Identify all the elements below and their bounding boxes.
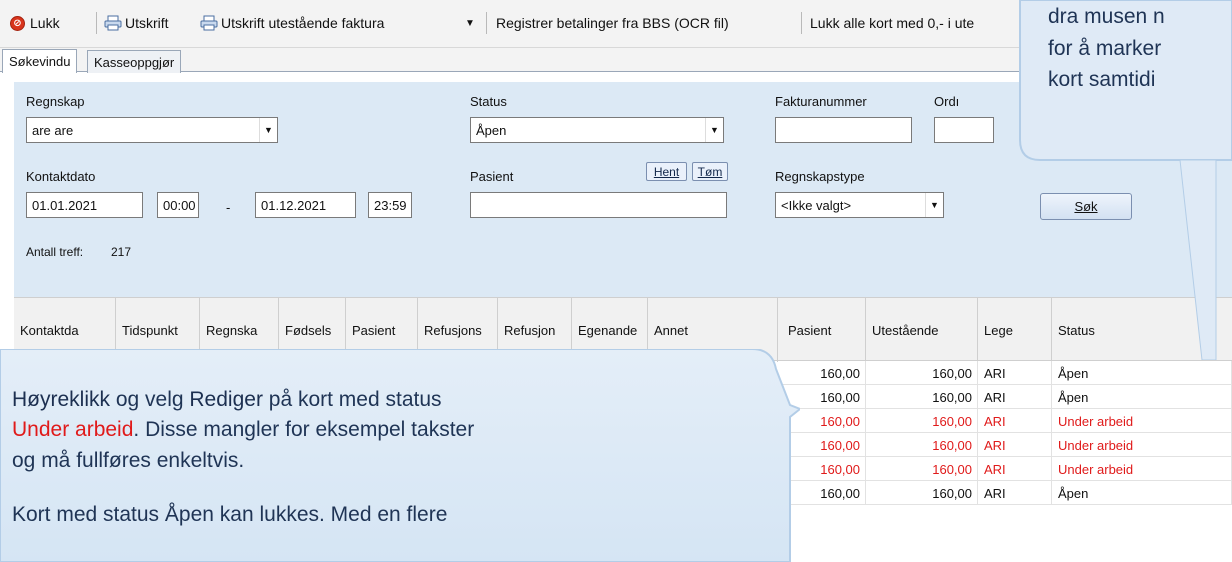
cell-utestaende: 160,00	[866, 481, 978, 505]
close-button[interactable]: ⊘ Lukk	[10, 12, 60, 34]
cell-status: Åpen	[1052, 361, 1232, 385]
callout-line-4: Kort med status Åpen kan lukkes. Med en …	[12, 503, 448, 527]
close-label: Lukk	[30, 15, 60, 31]
close-all-button[interactable]: Lukk alle kort med 0,- i ute	[810, 12, 974, 34]
date-to-input[interactable]: 01.12.2021	[255, 192, 356, 218]
chevron-down-icon: ▼	[925, 193, 943, 217]
antall-treff-label: Antall treff:	[26, 245, 84, 259]
callout-right-line-2: for å marker	[1048, 36, 1162, 60]
callout-right-text: dra musen n for å marker kort samtidi	[1048, 1, 1232, 96]
cell-lege: ARI	[978, 361, 1052, 385]
print-label: Utskrift	[125, 15, 169, 31]
tab-kasseoppgjor[interactable]: Kasseoppgjør	[87, 50, 182, 73]
pasient-label: Pasient	[470, 169, 514, 184]
toolbar-divider	[96, 12, 97, 34]
kontaktdato-label: Kontaktdato	[26, 169, 96, 184]
chevron-down-icon[interactable]: ▼	[465, 12, 475, 34]
cell-status: Under arbeid	[1052, 457, 1232, 481]
close-icon: ⊘	[10, 15, 25, 31]
time-to-input[interactable]: 23:59	[368, 192, 412, 218]
pasient-input[interactable]	[470, 192, 727, 218]
cell-utestaende: 160,00	[866, 385, 978, 409]
printer-icon	[104, 15, 122, 31]
callout-right-line-1: dra musen n	[1048, 5, 1165, 28]
print-outstanding-label: Utskrift utestående faktura	[221, 15, 385, 31]
chevron-down-icon: ▼	[259, 118, 277, 142]
callout-line-2: Under arbeid. Disse mangler for eksempel…	[12, 418, 475, 442]
callout-line-1: Høyreklikk og velg Rediger på kort med s…	[12, 388, 442, 411]
cell-lege: ARI	[978, 409, 1052, 433]
regnskap-value: are are	[32, 122, 74, 138]
cell-utestaende: 160,00	[866, 361, 978, 385]
toolbar-divider	[801, 12, 802, 34]
toolbar-divider	[486, 12, 487, 34]
col-utestaende[interactable]: Utestående	[866, 298, 978, 362]
regnskap-select[interactable]: are are ▼	[26, 117, 278, 143]
cell-status: Under arbeid	[1052, 409, 1232, 433]
register-bbs-label: Registrer betalinger fra BBS (OCR fil)	[496, 15, 729, 31]
ordre-label: Ordı	[934, 94, 960, 109]
regnskap-label: Regnskap	[26, 94, 85, 109]
regnskapstype-select[interactable]: <Ikke valgt> ▼	[775, 192, 944, 218]
cell-status: Under arbeid	[1052, 433, 1232, 457]
time-from-input[interactable]: 00:00	[157, 192, 199, 218]
print-outstanding-button[interactable]: Utskrift utestående faktura	[200, 12, 384, 34]
cell-lege: ARI	[978, 433, 1052, 457]
chevron-down-icon: ▼	[705, 118, 723, 142]
fakturanummer-label: Fakturanummer	[775, 94, 867, 109]
antall-treff-value: 217	[111, 245, 132, 259]
callout-right-line-3: kort samtidi	[1048, 68, 1156, 91]
callout-left-text: Høyreklikk og velg Rediger på kort med s…	[12, 385, 792, 531]
cell-utestaende: 160,00	[866, 457, 978, 481]
tom-button[interactable]: Tøm	[692, 162, 728, 181]
callout-line-3: og må fullføres enkeltvis.	[12, 448, 245, 472]
status-value: Åpen	[476, 122, 507, 138]
cell-status: Åpen	[1052, 481, 1232, 505]
cell-lege: ARI	[978, 481, 1052, 505]
printer-icon	[200, 15, 218, 31]
fakturanummer-input[interactable]	[775, 117, 912, 143]
cell-utestaende: 160,00	[866, 409, 978, 433]
hent-button[interactable]: Hent	[646, 162, 687, 181]
status-select[interactable]: Åpen ▼	[470, 117, 724, 143]
date-range-dash: -	[226, 200, 231, 215]
date-from-input[interactable]: 01.01.2021	[26, 192, 143, 218]
regnskapstype-value: <Ikke valgt>	[781, 197, 852, 213]
cell-lege: ARI	[978, 457, 1052, 481]
tab-sokevindu[interactable]: Søkevindu	[2, 49, 78, 73]
close-all-label: Lukk alle kort med 0,- i ute	[810, 15, 975, 31]
cell-status: Åpen	[1052, 385, 1232, 409]
status-label: Status	[470, 94, 507, 109]
cell-lege: ARI	[978, 385, 1052, 409]
regnskapstype-label: Regnskapstype	[775, 169, 865, 184]
cell-utestaende: 160,00	[866, 433, 978, 457]
print-button[interactable]: Utskrift	[104, 12, 169, 34]
register-bbs-button[interactable]: Registrer betalinger fra BBS (OCR fil)	[496, 12, 729, 34]
